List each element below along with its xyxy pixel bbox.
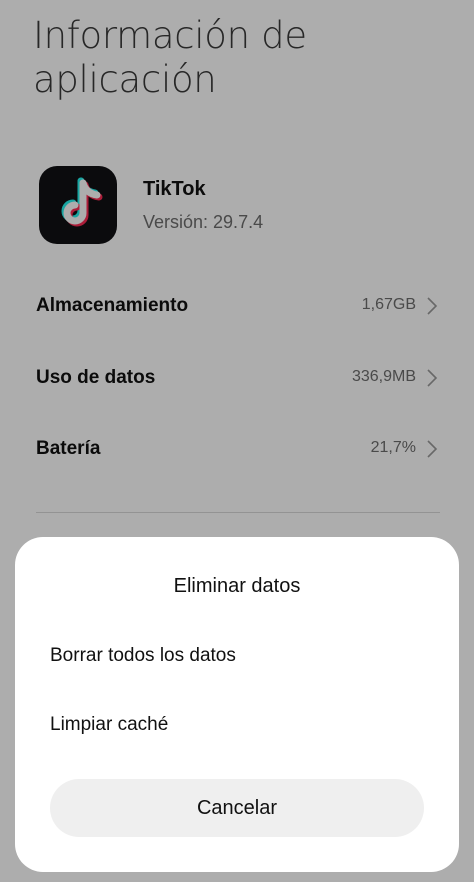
delete-data-dialog: Eliminar datos Borrar todos los datos Li… — [15, 537, 459, 872]
clear-cache-option[interactable]: Limpiar caché — [50, 714, 168, 744]
dialog-title: Eliminar datos — [173, 575, 301, 597]
clear-all-data-option[interactable]: Borrar todos los datos — [50, 645, 236, 675]
cancel-button[interactable]: Cancelar — [50, 779, 424, 837]
